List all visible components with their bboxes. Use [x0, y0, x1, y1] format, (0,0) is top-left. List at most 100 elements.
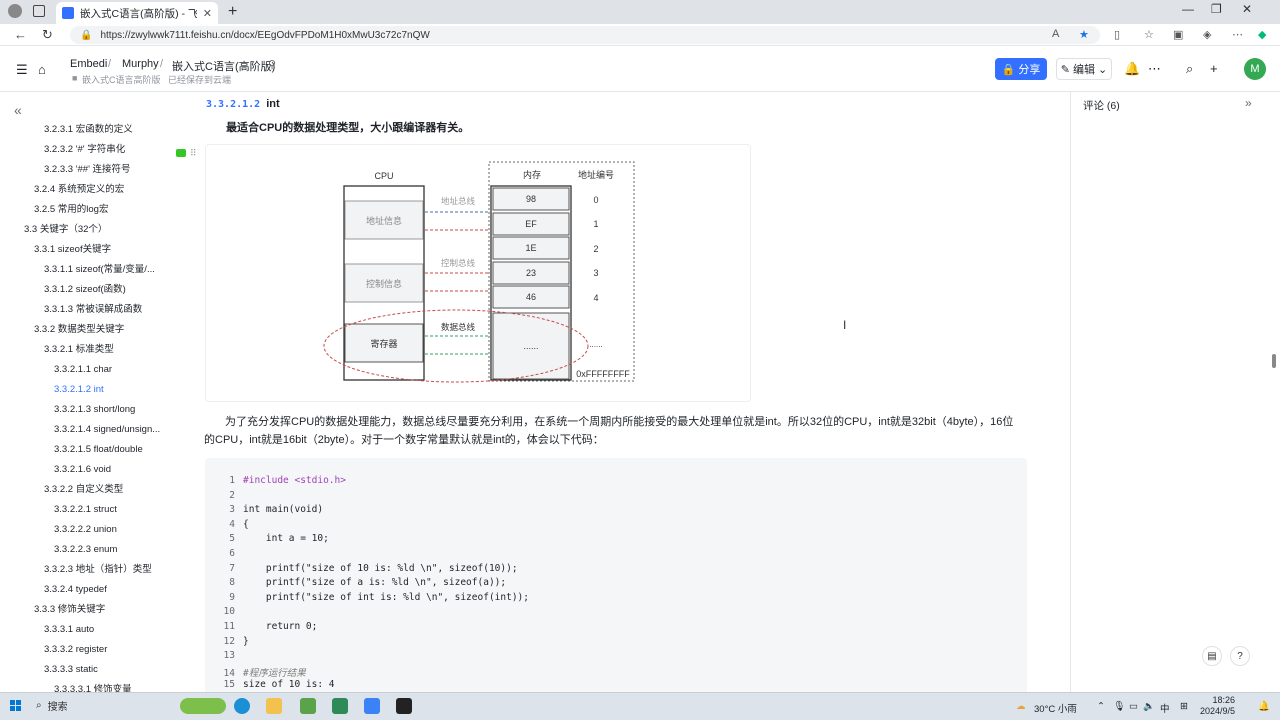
- edit-mode-button[interactable]: ✎ 编辑 ⌄: [1056, 58, 1112, 80]
- line-number: 3: [229, 504, 235, 516]
- toc-item[interactable]: 3.2.3.1 宏函数的定义: [0, 120, 200, 140]
- avatar[interactable]: M: [1244, 58, 1266, 80]
- toc-item[interactable]: 3.3.1.2 sizeof(函数): [0, 280, 200, 300]
- back-icon[interactable]: ←: [14, 27, 27, 42]
- toc-item[interactable]: 3.2.3.3 '##' 连接符号: [0, 160, 200, 180]
- toc-item[interactable]: 3.3.2.1.6 void: [0, 460, 200, 480]
- collapse-sidebar-icon[interactable]: «: [14, 102, 22, 118]
- maximize-icon[interactable]: ❐: [1211, 2, 1222, 16]
- breadcrumb-2[interactable]: Murphy: [122, 58, 159, 70]
- scrollbar-thumb[interactable]: [1272, 354, 1276, 368]
- toc-item[interactable]: 3.3.2.1 标准类型: [0, 340, 200, 360]
- profile-icon[interactable]: [8, 4, 22, 18]
- toc-item[interactable]: 3.3.1.1 sizeof(常量/变量/...: [0, 260, 200, 280]
- extensions-icon[interactable]: ◈: [1203, 28, 1211, 41]
- network-icon[interactable]: ▭: [1129, 701, 1138, 712]
- favorites-icon[interactable]: ☆: [1144, 28, 1154, 41]
- toc-item[interactable]: 3.3.2 数据类型关键字: [0, 320, 200, 340]
- menu-icon[interactable]: ☰: [16, 62, 28, 78]
- toc-item[interactable]: 3.3.1 sizeof关键字: [0, 240, 200, 260]
- windows-start-icon[interactable]: [10, 700, 22, 712]
- toc-item[interactable]: 3.3.2.1.1 char: [0, 360, 200, 380]
- app-icon-2[interactable]: [332, 698, 348, 714]
- toc-item[interactable]: 3.3.2.2 自定义类型: [0, 480, 200, 500]
- drag-handle-icon[interactable]: ⠿: [190, 148, 197, 159]
- toc-item[interactable]: 3.3.2.2.1 struct: [0, 500, 200, 520]
- read-aloud-icon[interactable]: A: [1052, 28, 1059, 40]
- taskbar-search-label: 搜索: [47, 702, 68, 713]
- toc-item[interactable]: 3.2.4 系统预定义的宏: [0, 180, 200, 200]
- line-number: 1: [229, 475, 235, 486]
- file-explorer-icon[interactable]: [266, 698, 282, 714]
- home-icon[interactable]: ⌂: [38, 62, 46, 77]
- toc-item[interactable]: 3.3.3.3.1 修饰变量: [0, 680, 200, 692]
- toc-item[interactable]: 3.2.5 常用的log宏: [0, 200, 200, 220]
- toc-item[interactable]: 3.3.3 修饰关键字: [0, 600, 200, 620]
- toc-item[interactable]: 3.3.2.1.5 float/double: [0, 440, 200, 460]
- toc-item[interactable]: 3.3.2.2.3 enum: [0, 540, 200, 560]
- volume-icon[interactable]: 🔈: [1143, 701, 1155, 712]
- calculator-icon[interactable]: [364, 698, 380, 714]
- add-icon[interactable]: +: [1210, 61, 1218, 76]
- copilot-icon[interactable]: ◆: [1258, 28, 1266, 41]
- code-line: 6: [205, 548, 243, 563]
- sub-breadcrumb[interactable]: 嵌入式C语言高阶版: [82, 73, 161, 86]
- code-text: {: [243, 518, 249, 530]
- comment-add-icon[interactable]: [176, 149, 186, 157]
- toc-item[interactable]: 3.2.3.2 '#' 字符串化: [0, 140, 200, 160]
- url-text: https://zwylwwk711t.feishu.cn/docx/EEgOd…: [100, 29, 430, 41]
- new-tab-icon[interactable]: +: [228, 3, 237, 21]
- clock[interactable]: 18:26 2024/9/5: [1200, 695, 1235, 717]
- collapse-comments-icon[interactable]: »: [1245, 96, 1252, 110]
- breadcrumb-1[interactable]: Embedi: [70, 58, 107, 70]
- breadcrumb-3[interactable]: 嵌入式C语言(高阶版): [172, 58, 275, 74]
- minimize-icon[interactable]: —: [1182, 2, 1194, 16]
- url-input[interactable]: 🔒 https://zwylwwk711t.feishu.cn/docx/EEg…: [70, 26, 1100, 44]
- more-options-icon[interactable]: ⋯: [1148, 61, 1161, 77]
- toc-item[interactable]: 3.3 关键字（32个）: [0, 220, 200, 240]
- share-button[interactable]: 🔒 分享: [995, 58, 1047, 80]
- notification-icon[interactable]: 🔔: [1258, 701, 1270, 712]
- toc-list: 3.2.3.1 宏函数的定义 3.2.3.2 '#' 字符串化 3.2.3.3 '#…: [0, 120, 200, 692]
- ime-indicator[interactable]: 中: [1160, 701, 1170, 715]
- browser-tab-active[interactable]: 嵌入式C语言(高阶版) - 飞书云文档 ✕: [56, 2, 218, 24]
- weather-icon: ☁: [1016, 701, 1026, 712]
- toc-item[interactable]: 3.3.2.2.2 union: [0, 520, 200, 540]
- collections-icon[interactable]: ▣: [1173, 28, 1183, 41]
- toc-item[interactable]: 3.3.3.3 static: [0, 660, 200, 680]
- widgets-icon[interactable]: [180, 698, 226, 714]
- favorite-star-icon[interactable]: ★: [1079, 28, 1089, 41]
- ime-mode-icon[interactable]: ⊞: [1180, 701, 1188, 712]
- split-view-icon[interactable]: ▯: [1114, 28, 1120, 41]
- close-window-icon[interactable]: ✕: [1242, 2, 1252, 16]
- bell-icon[interactable]: 🔔: [1124, 61, 1140, 77]
- help-icon[interactable]: ?: [1230, 646, 1250, 666]
- toc-item[interactable]: 3.3.1.3 常被误解成函数: [0, 300, 200, 320]
- toc-item[interactable]: 3.3.2.1.3 short/long: [0, 400, 200, 420]
- pin-icon[interactable]: ⚲: [268, 58, 276, 71]
- weather-text[interactable]: 30°C 小雨: [1034, 701, 1077, 715]
- toc-item[interactable]: 3.3.3.1 auto: [0, 620, 200, 640]
- terminal-icon[interactable]: [396, 698, 412, 714]
- close-tab-icon[interactable]: ✕: [203, 7, 212, 20]
- search-icon[interactable]: ⌕: [1186, 61, 1193, 77]
- tray-chevron-up-icon[interactable]: ⌃: [1097, 701, 1105, 712]
- toc-item[interactable]: 3.3.2.4 typedef: [0, 580, 200, 600]
- cpu-label: CPU: [374, 171, 393, 181]
- line-number: 13: [223, 650, 235, 662]
- more-icon[interactable]: ⋯: [1232, 28, 1243, 41]
- app-icon-1[interactable]: [300, 698, 316, 714]
- toc-item[interactable]: 3.3.2.1.4 signed/unsign...: [0, 420, 200, 440]
- edge-browser-icon[interactable]: [234, 698, 250, 714]
- toc-item[interactable]: 3.3.2.3 地址（指针）类型: [0, 560, 200, 580]
- toc-item[interactable]: 3.3.3.2 register: [0, 640, 200, 660]
- toc-item[interactable]: 3.3.2.1.2 int: [0, 380, 200, 400]
- code-block[interactable]: 1 #include <stdio.h> 2 3 int main(void) 4{5 i…: [205, 458, 1027, 692]
- reload-icon[interactable]: ↻: [42, 27, 53, 43]
- tab-actions-icon[interactable]: [33, 5, 45, 17]
- body-paragraph: 为了充分发挥CPU的数据处理能力，数据总线尽量要充分利用，在系统一个周期内所能接…: [204, 416, 1014, 446]
- scrollbar[interactable]: [1270, 92, 1278, 692]
- outline-toggle-icon[interactable]: ▤: [1202, 646, 1222, 666]
- taskbar-search[interactable]: ⌕ 搜索: [36, 698, 68, 713]
- mic-icon[interactable]: 🎙: [1113, 701, 1125, 712]
